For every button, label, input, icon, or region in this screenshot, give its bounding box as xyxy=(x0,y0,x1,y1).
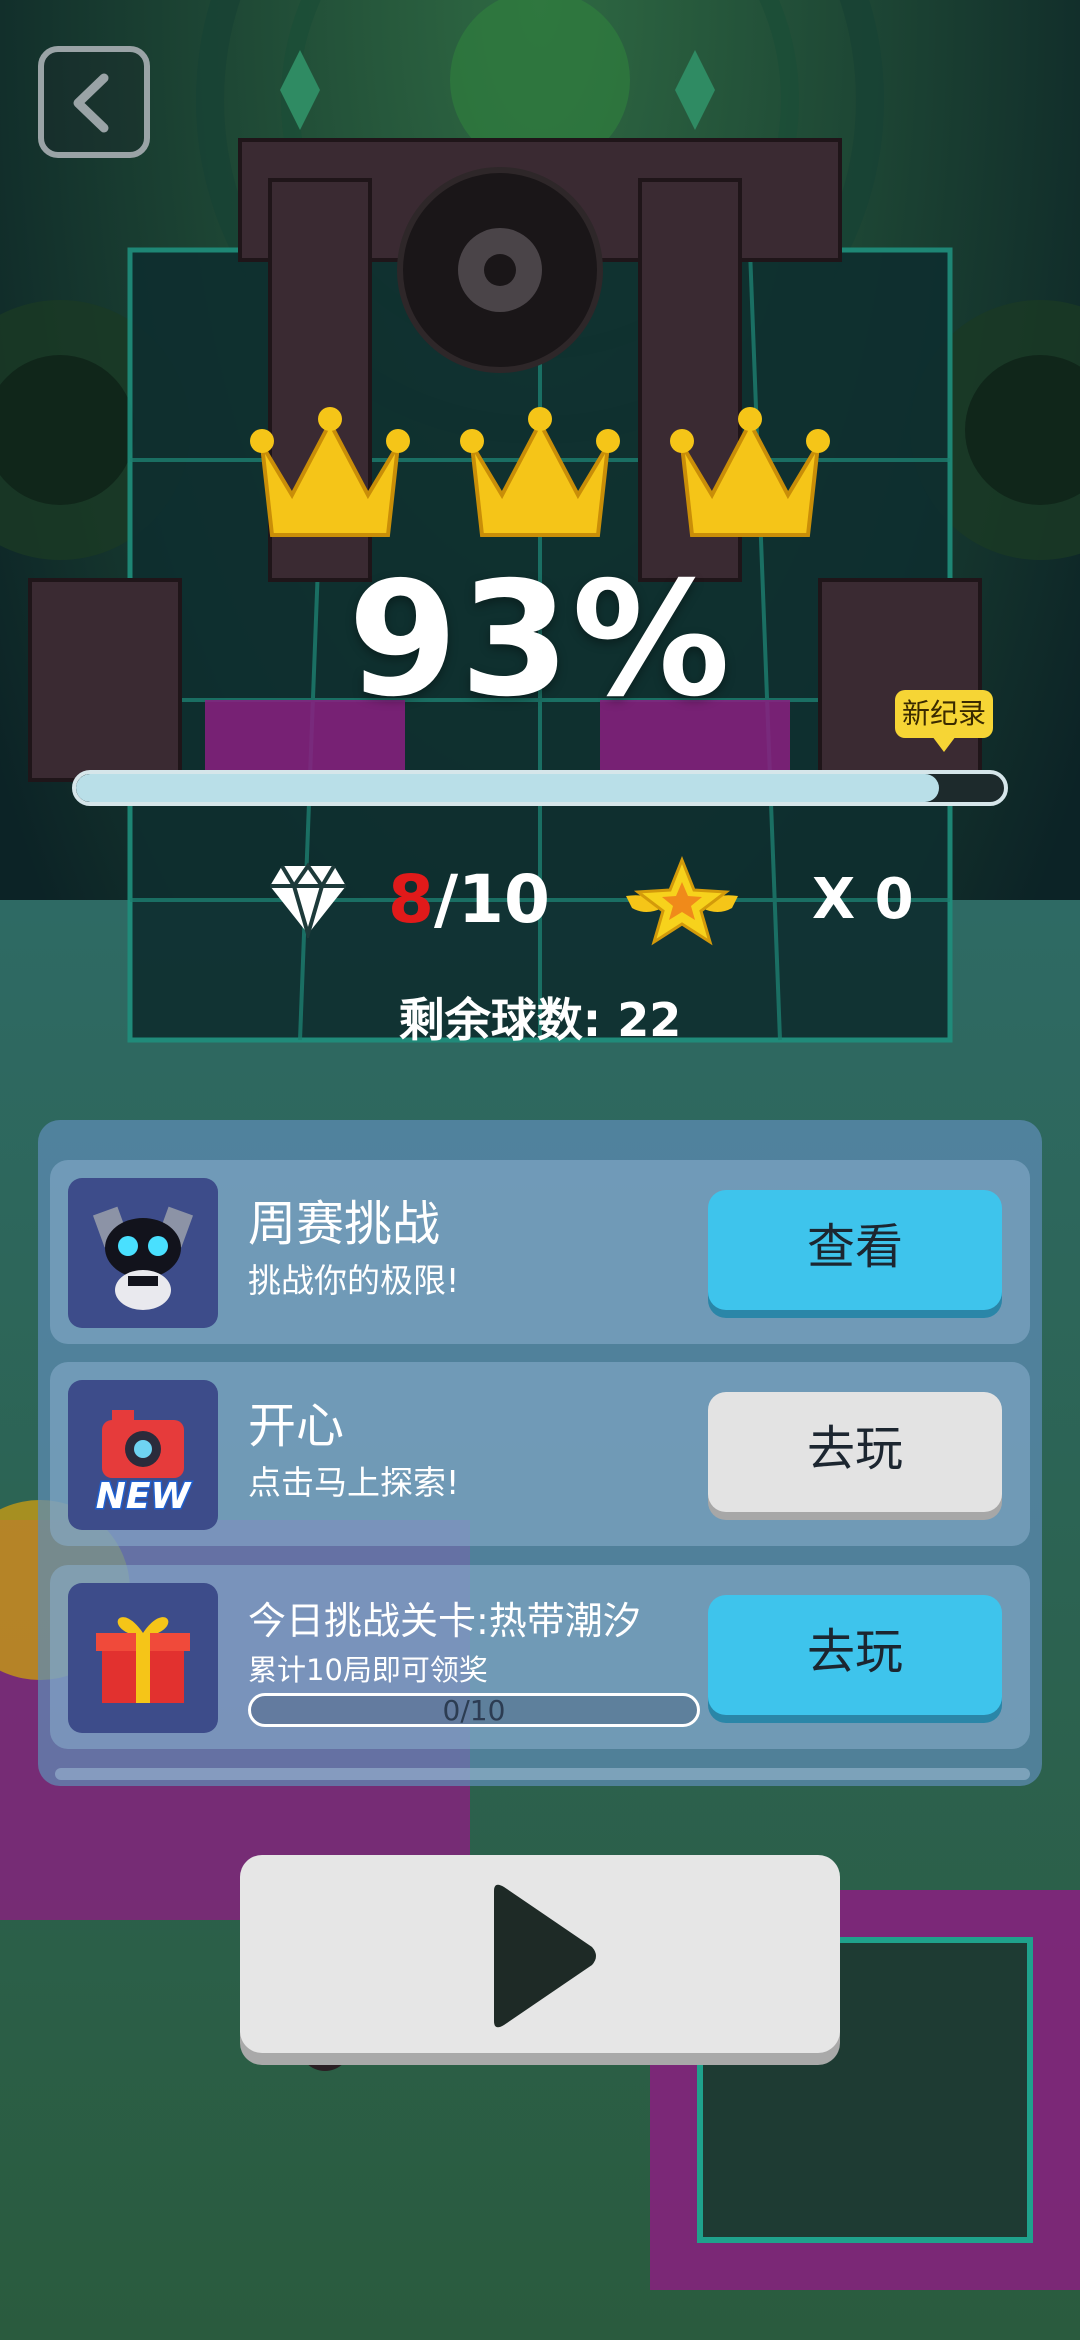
new-camera-icon: NEW xyxy=(68,1380,218,1530)
diamond-icon xyxy=(270,862,346,938)
list-item-daily-challenge: 今日挑战关卡:热带潮汐 累计10局即可领奖 0/10 去玩 xyxy=(50,1565,1030,1749)
crown-icon xyxy=(250,407,410,537)
daily-progress-bar: 0/10 xyxy=(248,1693,700,1727)
back-button[interactable] xyxy=(38,46,150,158)
new-label: NEW xyxy=(96,1476,193,1517)
crown-icon xyxy=(460,407,620,537)
completion-progress-fill xyxy=(76,774,940,802)
game-result-screen: 93% 新纪录 8/10 X 0 剩余球数: 22 周赛挑战 挑战你的极限! 查… xyxy=(0,0,1080,2340)
play-icon xyxy=(494,1884,596,2028)
daily-progress-label: 0/10 xyxy=(442,1694,506,1727)
row-subtitle: 累计10局即可领奖 xyxy=(248,1653,488,1687)
row-title: 周赛挑战 xyxy=(248,1196,441,1252)
crown-icon xyxy=(670,407,830,537)
new-record-badge-pointer xyxy=(932,736,956,752)
list-item-happy: NEW 开心 点击马上探索! 去玩 xyxy=(50,1362,1030,1546)
gem-count: 8/10 xyxy=(388,860,550,940)
view-button[interactable]: 查看 xyxy=(708,1190,1002,1310)
chevron-left-icon xyxy=(73,73,109,133)
robot-icon xyxy=(68,1178,218,1328)
gift-box-icon xyxy=(68,1583,218,1733)
panel-bottom-edge xyxy=(55,1768,1030,1780)
completion-progress-bar xyxy=(72,770,1008,806)
play-button[interactable] xyxy=(240,1855,840,2053)
row-subtitle: 挑战你的极限! xyxy=(248,1261,460,1300)
new-record-badge: 新纪录 xyxy=(895,690,993,738)
row-subtitle: 点击马上探索! xyxy=(248,1463,460,1502)
play-mode-button[interactable]: 去玩 xyxy=(708,1392,1002,1512)
row-title: 开心 xyxy=(248,1398,345,1454)
star-multiplier: X 0 xyxy=(812,867,914,932)
winged-star-icon xyxy=(626,856,738,946)
stats-row: 8/10 X 0 xyxy=(0,850,1080,950)
play-daily-button[interactable]: 去玩 xyxy=(708,1595,1002,1715)
gem-count-current: 8 xyxy=(388,861,434,938)
balls-remaining: 剩余球数: 22 xyxy=(398,993,682,1047)
list-item-weekly-challenge: 周赛挑战 挑战你的极限! 查看 xyxy=(50,1160,1030,1344)
gem-count-total: /10 xyxy=(433,861,550,938)
row-title: 今日挑战关卡:热带潮汐 xyxy=(248,1599,641,1643)
crown-rating xyxy=(250,405,830,555)
